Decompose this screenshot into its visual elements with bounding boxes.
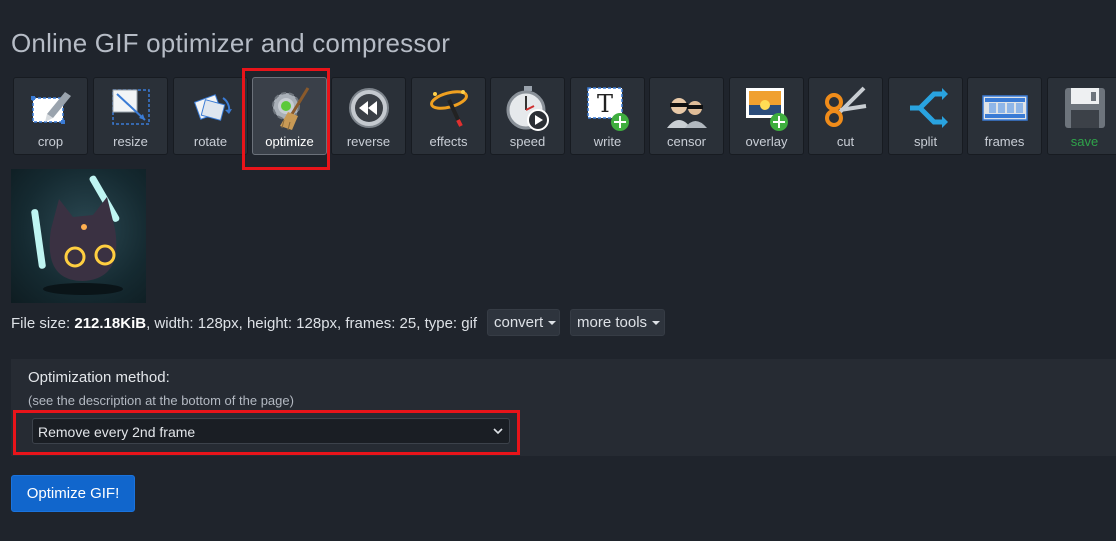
tool-label: write bbox=[593, 134, 622, 149]
more-tools-dropdown-button[interactable]: more tools bbox=[570, 309, 665, 336]
tool-label: crop bbox=[37, 134, 64, 149]
caret-down-icon bbox=[548, 321, 557, 326]
optimize-gif-button[interactable]: Optimize GIF! bbox=[11, 475, 135, 512]
tool-split[interactable]: split bbox=[888, 77, 963, 155]
tool-write[interactable]: T write bbox=[570, 77, 645, 155]
tool-label: save bbox=[1070, 134, 1099, 149]
tool-effects[interactable]: effects bbox=[411, 77, 486, 155]
cat-character-image bbox=[31, 175, 123, 295]
tool-overlay[interactable]: overlay bbox=[729, 77, 804, 155]
optimization-method-label: Optimization method: bbox=[28, 369, 170, 386]
censor-people-icon bbox=[666, 98, 707, 128]
tool-rotate[interactable]: rotate bbox=[173, 77, 248, 155]
file-size-value: 212.18KiB bbox=[74, 315, 147, 332]
tool-label: overlay bbox=[745, 134, 788, 149]
save-floppy-icon bbox=[1064, 88, 1105, 128]
tool-label: censor bbox=[666, 134, 707, 149]
file-size-label: File size: bbox=[11, 315, 75, 332]
gif-preview-image bbox=[11, 169, 146, 303]
scissors-icon bbox=[824, 86, 866, 127]
tool-reverse[interactable]: reverse bbox=[331, 77, 406, 155]
page-title: Online GIF optimizer and compressor bbox=[11, 28, 451, 58]
chevron-down-icon bbox=[493, 428, 503, 435]
file-info: File size: 212.18KiB, width: 128px, heig… bbox=[11, 315, 477, 332]
tool-label: resize bbox=[113, 134, 148, 149]
tool-label: rotate bbox=[193, 134, 228, 149]
tool-optimize[interactable]: optimize bbox=[252, 77, 327, 155]
tool-frames[interactable]: frames bbox=[967, 77, 1042, 155]
tool-speed[interactable]: speed bbox=[490, 77, 565, 155]
tool-label: reverse bbox=[346, 134, 391, 149]
file-details: , width: 128px, height: 128px, frames: 2… bbox=[146, 315, 478, 332]
tool-resize[interactable]: resize bbox=[93, 77, 168, 155]
optimization-options-panel: Optimization method: (see the descriptio… bbox=[11, 359, 1116, 456]
convert-label: convert bbox=[494, 314, 544, 331]
split-arrow-icon bbox=[909, 88, 948, 128]
film-frames-icon bbox=[981, 95, 1028, 121]
crop-icon bbox=[30, 92, 71, 124]
tool-label: frames bbox=[984, 134, 1025, 149]
write-text-icon: T bbox=[586, 87, 629, 131]
reverse-icon bbox=[348, 88, 389, 128]
svg-text:T: T bbox=[596, 90, 612, 118]
optimize-broom-gear-icon bbox=[271, 87, 309, 131]
convert-dropdown-button[interactable]: convert bbox=[487, 309, 560, 336]
tool-crop[interactable]: crop bbox=[13, 77, 88, 155]
optimization-method-select[interactable]: Remove every 2nd frame bbox=[32, 418, 510, 444]
optimization-method-hint: (see the description at the bottom of th… bbox=[28, 393, 294, 408]
tool-censor[interactable]: censor bbox=[649, 77, 724, 155]
resize-icon bbox=[111, 89, 150, 125]
overlay-image-icon bbox=[745, 88, 788, 131]
tool-save[interactable]: save bbox=[1047, 77, 1116, 155]
rotate-icon bbox=[193, 94, 232, 121]
tool-label: optimize bbox=[265, 134, 314, 149]
effects-wand-icon bbox=[429, 90, 468, 127]
tool-label: effects bbox=[429, 134, 468, 149]
tool-cut[interactable]: cut bbox=[808, 77, 883, 155]
tool-label: cut bbox=[836, 134, 855, 149]
selected-method: Remove every 2nd frame bbox=[38, 424, 196, 440]
tool-label: speed bbox=[509, 134, 546, 149]
speed-stopwatch-icon bbox=[506, 86, 549, 131]
more-tools-label: more tools bbox=[577, 314, 648, 331]
tool-label: split bbox=[913, 134, 938, 149]
caret-down-icon bbox=[652, 321, 661, 326]
tool-toolbar: crop resize rotate optimize reverse effe… bbox=[13, 77, 1116, 156]
